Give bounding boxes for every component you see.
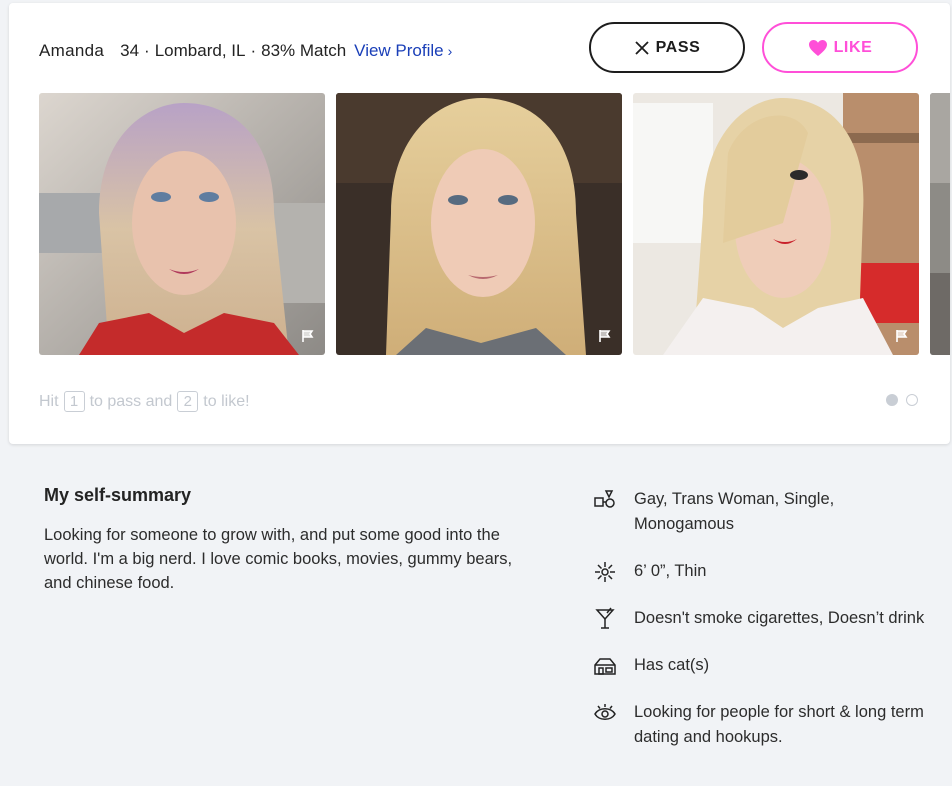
detail-body: 6’ 0”, Thin xyxy=(592,559,932,584)
separator-dot: · xyxy=(144,41,150,60)
pass-key: 1 xyxy=(63,391,85,412)
pagination-dot-1[interactable] xyxy=(886,394,898,406)
detail-text: Has cat(s) xyxy=(634,656,710,674)
cocktail-icon xyxy=(592,606,618,631)
detail-looking-for: Looking for people for short & long term… xyxy=(592,700,932,750)
orientation-icon xyxy=(592,487,618,512)
detail-text: Looking for people for short & long term… xyxy=(634,703,924,746)
profile-photo[interactable] xyxy=(930,93,950,355)
pet-house-icon xyxy=(592,653,618,678)
profile-age: 34 xyxy=(120,41,140,60)
separator-dot: · xyxy=(250,41,257,60)
profile-details: Gay, Trans Woman, Single, Monogamous 6’ … xyxy=(592,487,932,772)
profile-location: Lombard, IL xyxy=(154,41,246,60)
self-summary-section: My self-summary Looking for someone to g… xyxy=(44,485,544,595)
profile-photo[interactable] xyxy=(633,93,919,355)
eye-icon xyxy=(592,700,618,725)
pass-label: PASS xyxy=(655,38,701,56)
match-percentage: 83% Match xyxy=(261,41,347,60)
photo-carousel[interactable] xyxy=(39,93,950,355)
hint-prefix: Hit xyxy=(39,392,59,410)
view-profile-link[interactable]: View Profile › xyxy=(354,41,452,61)
detail-text: 6’ 0”, Thin xyxy=(634,562,707,580)
pass-button[interactable]: PASS xyxy=(589,22,745,73)
report-flag-icon[interactable] xyxy=(301,329,315,343)
detail-habits: Doesn't smoke cigarettes, Doesn’t drink xyxy=(592,606,932,631)
report-flag-icon[interactable] xyxy=(598,329,612,343)
self-summary-title: My self-summary xyxy=(44,485,192,505)
detail-text: Doesn't smoke cigarettes, Doesn’t drink xyxy=(634,609,925,627)
profile-photo[interactable] xyxy=(336,93,622,355)
detail-pets: Has cat(s) xyxy=(592,653,932,678)
view-profile-label: View Profile xyxy=(354,41,444,60)
detail-orientation: Gay, Trans Woman, Single, Monogamous xyxy=(592,487,932,537)
detail-text: Gay, Trans Woman, Single, Monogamous xyxy=(634,490,835,533)
heart-icon xyxy=(808,39,827,56)
report-flag-icon[interactable] xyxy=(895,329,909,343)
photo-pagination xyxy=(886,394,918,406)
like-label: LIKE xyxy=(833,38,873,56)
close-icon xyxy=(634,40,649,55)
profile-name: Amanda xyxy=(39,41,105,60)
self-summary-text: Looking for someone to grow with, and pu… xyxy=(44,526,513,592)
like-key: 2 xyxy=(177,391,199,412)
like-button[interactable]: LIKE xyxy=(762,22,918,73)
profile-card: Amanda 34 · Lombard, IL · 83% Match View… xyxy=(9,3,950,444)
hint-middle: to pass and xyxy=(89,392,173,410)
profile-photo[interactable] xyxy=(39,93,325,355)
body-icon xyxy=(592,559,618,584)
profile-header: Amanda 34 · Lombard, IL · 83% Match View… xyxy=(39,39,452,63)
chevron-right-icon: › xyxy=(447,43,453,59)
keyboard-hint: Hit 1 to pass and 2 to like! xyxy=(39,391,250,412)
pagination-dot-2[interactable] xyxy=(906,394,918,406)
hint-suffix: to like! xyxy=(203,392,250,410)
